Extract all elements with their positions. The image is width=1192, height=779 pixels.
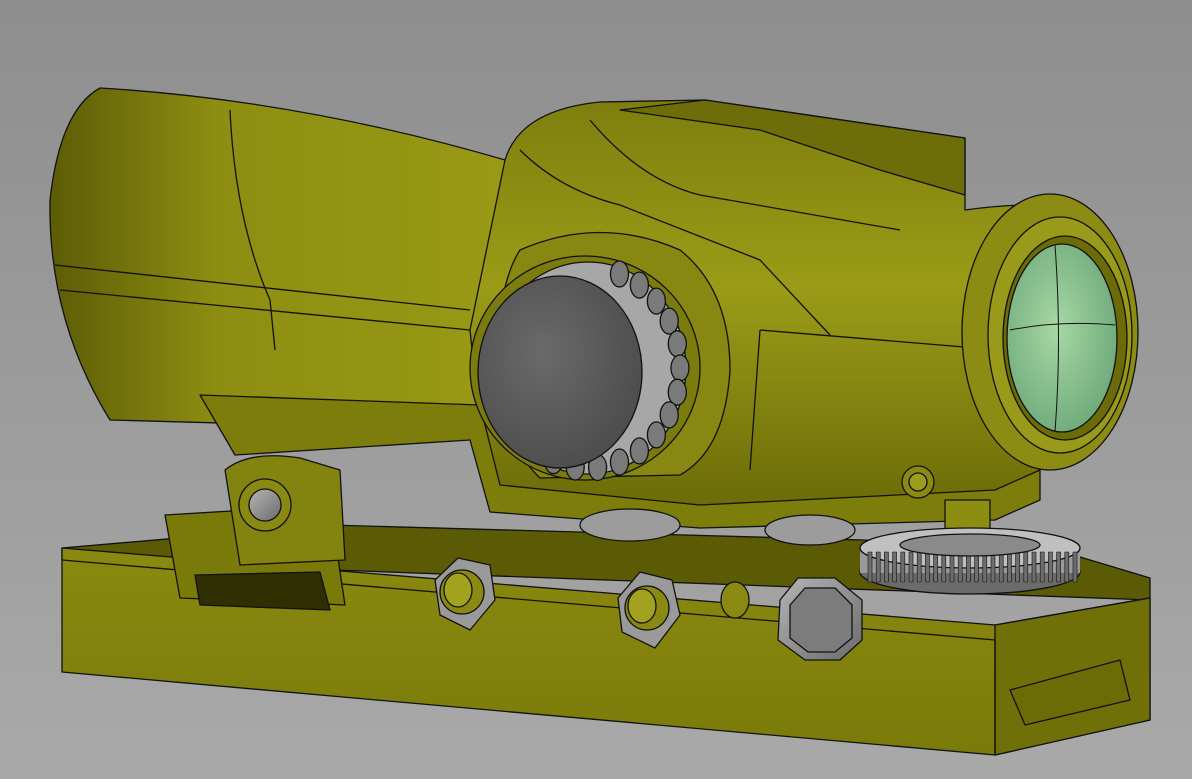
knurl-rib bbox=[1056, 551, 1061, 583]
grip-bar bbox=[629, 271, 650, 299]
knurl-rib bbox=[875, 551, 881, 583]
grip-bar bbox=[667, 378, 687, 406]
knurl-rib bbox=[884, 551, 889, 583]
knurl-rib bbox=[998, 551, 1004, 583]
turret-knob[interactable] bbox=[469, 255, 701, 482]
knurl-rib bbox=[925, 551, 930, 583]
knurl-rib bbox=[892, 551, 897, 583]
grip-bar bbox=[609, 448, 630, 476]
knurl-rib bbox=[916, 551, 922, 583]
knurl-rib bbox=[990, 551, 996, 583]
grip-bar bbox=[659, 307, 679, 335]
hex-nut bbox=[777, 577, 863, 661]
mount-pin bbox=[720, 581, 750, 619]
objective-bell bbox=[961, 193, 1139, 471]
grip-bar bbox=[646, 421, 667, 449]
knurl-rib bbox=[1031, 551, 1037, 583]
grip-bar bbox=[609, 260, 630, 288]
body-screw bbox=[901, 465, 935, 499]
grip-bar bbox=[659, 401, 679, 429]
knurl-rib bbox=[1015, 551, 1020, 583]
knurl-rib bbox=[908, 551, 914, 583]
knob-cap bbox=[477, 275, 643, 469]
knurl-rib bbox=[1023, 551, 1029, 583]
knurl-rib bbox=[1072, 551, 1078, 583]
knurl-rib bbox=[1007, 551, 1012, 583]
hinge-block bbox=[224, 455, 346, 566]
objective-lens bbox=[1006, 243, 1118, 433]
grip-bar bbox=[670, 354, 690, 382]
eyepiece-bell bbox=[49, 87, 521, 431]
scope-model bbox=[49, 87, 1151, 756]
knurl-rib bbox=[1064, 551, 1070, 583]
knurl-rib bbox=[941, 551, 947, 583]
knurl-rib bbox=[1039, 551, 1045, 583]
knurl-rib bbox=[867, 551, 873, 583]
knurl-rib bbox=[900, 551, 906, 583]
grip-bar bbox=[629, 437, 650, 465]
knurl-rib bbox=[949, 551, 955, 583]
knurl-rib bbox=[933, 551, 938, 583]
left-clamp-slot bbox=[194, 571, 331, 611]
grip-bar bbox=[667, 330, 687, 358]
knurl-rib bbox=[1048, 551, 1053, 583]
cad-viewport[interactable] bbox=[0, 0, 1192, 779]
knurl-rib bbox=[982, 551, 988, 583]
grip-bar bbox=[646, 287, 667, 315]
